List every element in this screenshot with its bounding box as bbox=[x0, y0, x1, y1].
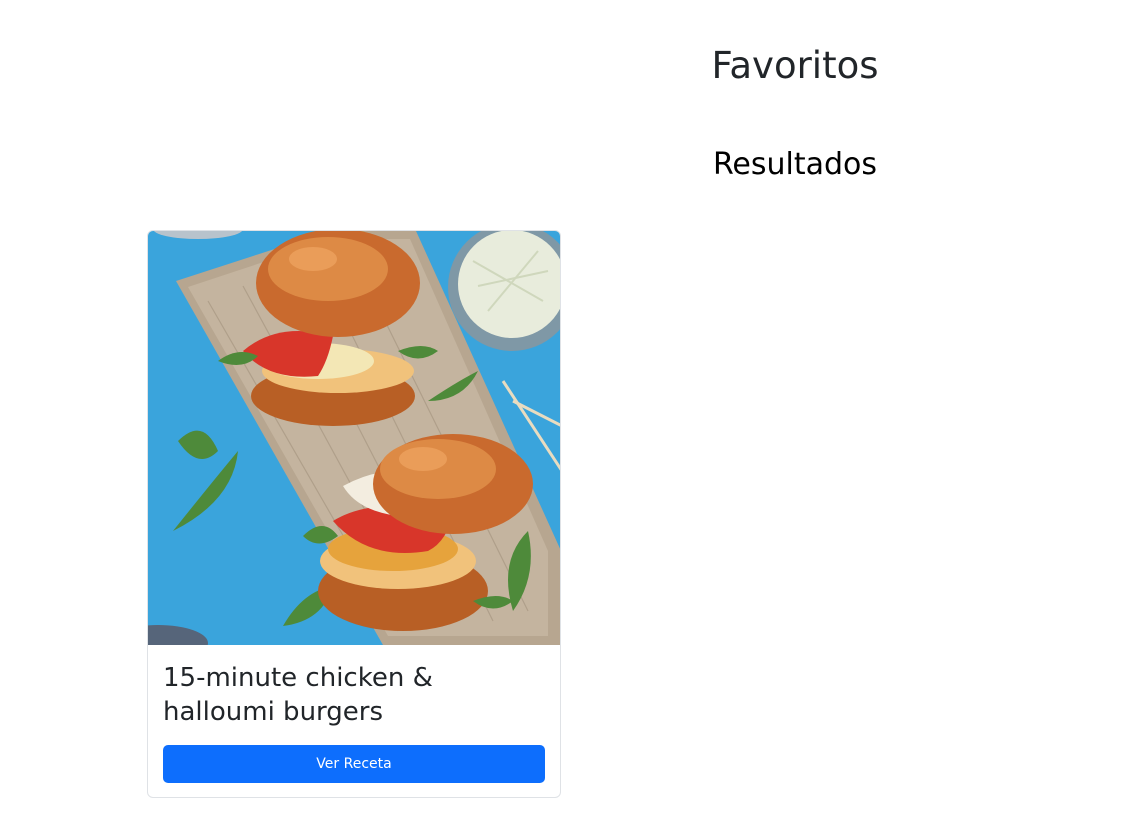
section-title: Resultados bbox=[712, 147, 878, 182]
recipe-image[interactable] bbox=[148, 231, 561, 645]
recipe-card: 15-minute chicken & halloumi burgers Ver… bbox=[147, 230, 561, 798]
card-body: 15-minute chicken & halloumi burgers Ver… bbox=[148, 645, 560, 797]
view-recipe-button[interactable]: Ver Receta bbox=[163, 745, 545, 783]
page-title: Favoritos bbox=[711, 44, 879, 87]
recipe-title: 15-minute chicken & halloumi burgers bbox=[163, 663, 433, 727]
